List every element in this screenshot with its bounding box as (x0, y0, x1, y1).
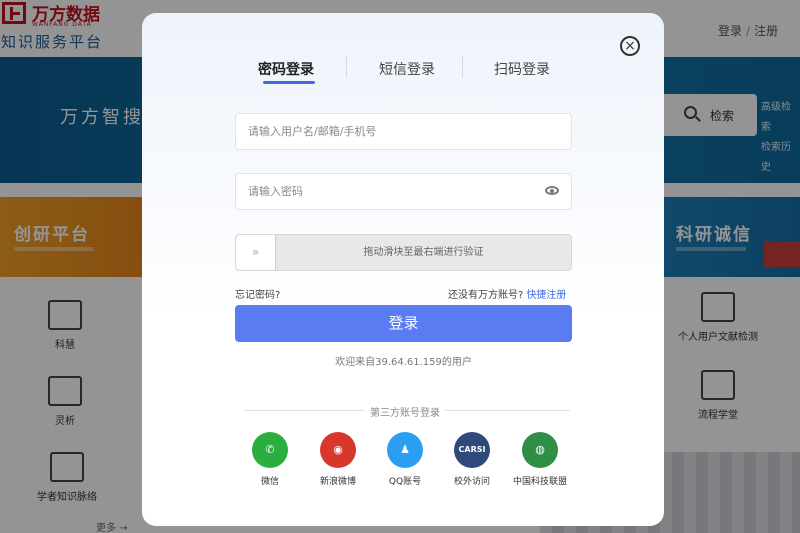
weibo-icon: ◉ (320, 432, 356, 468)
eye-icon[interactable] (545, 186, 559, 195)
forgot-password-link[interactable]: 忘记密码? (235, 286, 280, 301)
qq-icon: ♟ (387, 432, 423, 468)
social-label: 中国科技联盟 (512, 477, 567, 487)
social-login-1[interactable]: ◉ 新浪微博 (308, 432, 368, 487)
slider-captcha: » 拖动滑块至最右端进行验证 (235, 234, 572, 271)
globe-icon: ◍ (522, 432, 558, 468)
social-login-2[interactable]: ♟ QQ账号 (375, 432, 435, 487)
no-account-text: 还没有万方账号? (448, 290, 524, 301)
social-label: 微信 (260, 477, 279, 487)
carsi-icon: CARSI (454, 432, 490, 468)
social-label: 校外访问 (453, 477, 490, 487)
welcome-text: 欢迎来自39.64.61.159的用户 (335, 357, 472, 368)
slider-handle[interactable]: » (236, 235, 276, 270)
wechat-icon: ✆ (252, 432, 288, 468)
password-input[interactable]: 请输入密码 (235, 173, 572, 210)
login-button[interactable]: 登录 (235, 305, 572, 342)
social-label: QQ账号 (388, 477, 422, 487)
close-icon[interactable]: × (620, 36, 640, 56)
active-tab-indicator (263, 81, 315, 84)
tab-divider (462, 56, 463, 78)
social-login-4[interactable]: ◍ 中国科技联盟 (510, 432, 570, 487)
username-placeholder: 请输入用户名/邮箱/手机号 (248, 125, 377, 138)
tab-qrcode-login[interactable]: 扫码登录 (494, 59, 550, 79)
quick-register-link[interactable]: 快捷注册 (526, 290, 566, 301)
slider-instruction: 拖动滑块至最右端进行验证 (363, 247, 484, 258)
third-party-label: 第三方账号登录 (365, 404, 445, 419)
register-prompt: 还没有万方账号? 快捷注册 (448, 286, 566, 301)
social-login-3[interactable]: CARSI 校外访问 (442, 432, 502, 487)
tab-divider (346, 56, 347, 78)
password-placeholder: 请输入密码 (248, 185, 303, 198)
social-login-0[interactable]: ✆ 微信 (240, 432, 300, 487)
tab-sms-login[interactable]: 短信登录 (379, 59, 435, 79)
tab-password-login[interactable]: 密码登录 (258, 59, 314, 79)
social-label: 新浪微博 (319, 477, 356, 487)
username-input[interactable]: 请输入用户名/邮箱/手机号 (235, 113, 572, 150)
